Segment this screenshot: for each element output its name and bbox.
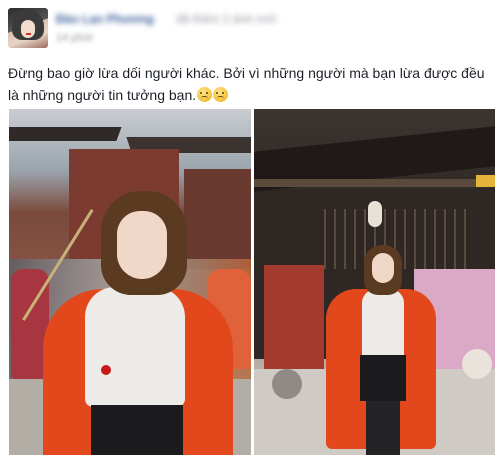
post-timestamp[interactable]: 14 phút [56,32,93,44]
author-avatar[interactable] [8,8,48,48]
crying-face-emoji-icon [197,87,213,102]
post-status-text: Đừng bao giờ lừa dối người khác. Bởi vì … [8,62,493,106]
post-photo-grid [9,109,495,455]
post-action-text: đã thêm 2 ảnh mới [176,12,277,26]
post-photo-right[interactable] [254,109,495,455]
crying-face-emoji-icon [213,87,229,102]
post-photo-left[interactable] [9,109,251,455]
status-text: Đừng bao giờ lừa dối người khác. Bởi vì … [8,65,485,103]
author-name-link[interactable]: Đào Lan Phương [56,12,154,26]
post-header: Đào Lan Phương đã thêm 2 ảnh mới 14 phút [0,0,499,56]
